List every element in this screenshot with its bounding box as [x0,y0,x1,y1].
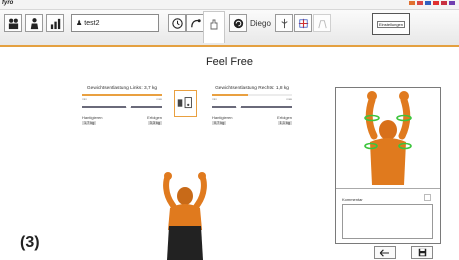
user-icon: ♟ [76,20,83,27]
main-toolbar: ♟ test2 Diego Einstellungen [0,10,459,47]
panel-divider [336,188,440,189]
statistics-button[interactable] [46,14,64,32]
title-bar: fyro [0,0,459,10]
weight-relief-left: Gewichtsentlastung Links: 3,7 kg min max … [82,86,162,125]
weight-right-max: max [286,97,292,101]
weight-right-gray-marker [236,104,241,108]
weight-relief-right: Gewichtsentlastung Rechts: 1,8 kg min max… [212,86,292,125]
flag-icon[interactable] [433,1,439,5]
weight-right-orange-bar [212,94,292,96]
therapist-button[interactable] [25,14,43,32]
weight-right-label-right: Erfolgen [277,115,292,120]
step-label: (3) [20,234,40,251]
flag-icon[interactable] [441,1,447,5]
user-name: test2 [84,19,100,27]
comment-edit-checkbox[interactable] [424,194,431,201]
save-button[interactable] [411,246,433,259]
patient-name: Diego [250,19,271,28]
app-brand: fyro [2,0,14,6]
weight-left-title: Gewichtsentlastung Links: 3,7 kg [86,86,158,91]
hand-icon [210,19,218,30]
weight-right-label-left: Hantigieren [212,115,233,120]
avatar-figure [163,172,207,260]
page-title: Feel Free [205,56,254,68]
person-icon [30,17,38,29]
recorder-button[interactable] [174,90,197,117]
weight-right-value-right: 1,1 kg [277,121,292,125]
user-field[interactable]: ♟ test2 [71,14,159,32]
weight-left-orange-fill [82,94,158,96]
weight-right-orange-fill [212,94,248,96]
users-icon [8,18,18,29]
settings-button[interactable]: Einstellungen [372,13,410,35]
weight-left-orange-bar [82,94,162,96]
weight-right-gray-bar [212,104,292,108]
shoulder-icon [317,19,327,28]
refresh-icon [233,18,243,28]
arrow-left-icon [379,248,389,257]
language-flags [409,1,455,5]
posture-button[interactable] [275,14,293,32]
weight-left-gray-bar [82,104,162,108]
exit-button[interactable] [374,246,396,259]
weight-left-label-right: Erfolgen [147,115,162,120]
sync-button[interactable] [229,14,247,32]
exercise-panel: Kommentar [335,87,441,244]
floppy-icon [418,248,426,257]
comment-label: Kommentar [342,197,363,202]
weight-left-value-right: 3,3 kg [147,121,162,125]
settings-label: Einstellungen [376,20,406,28]
weight-left-min: min [82,97,87,101]
device-icon [177,97,192,109]
flag-icon[interactable] [449,1,455,5]
clock-button[interactable] [168,14,186,32]
weight-left-label-left: Hantigieren [82,115,103,120]
flag-icon[interactable] [409,1,415,5]
arm-icon [190,18,201,27]
exercise-button[interactable] [186,14,204,32]
weight-left-gray-marker [126,104,131,108]
patients-button[interactable] [4,14,22,32]
shoulder-button[interactable] [313,14,331,32]
tab-training[interactable] [203,11,225,43]
body-diagram [364,91,412,185]
weight-right-value-left: 0,7 kg [212,121,227,125]
weight-left-value-left: 1,7 kg [82,121,97,125]
bar-chart-icon [50,18,60,29]
posture-icon [280,18,288,28]
weight-left-max: max [156,97,162,101]
flag-icon[interactable] [417,1,423,5]
flag-icon[interactable] [425,1,431,5]
weight-right-title: Gewichtsentlastung Rechts: 1,8 kg [215,86,289,91]
clock-icon [171,17,183,29]
comment-input[interactable] [342,204,433,239]
weight-right-min: min [212,97,217,101]
calibration-icon [298,18,308,28]
calibration-button[interactable] [294,14,312,32]
